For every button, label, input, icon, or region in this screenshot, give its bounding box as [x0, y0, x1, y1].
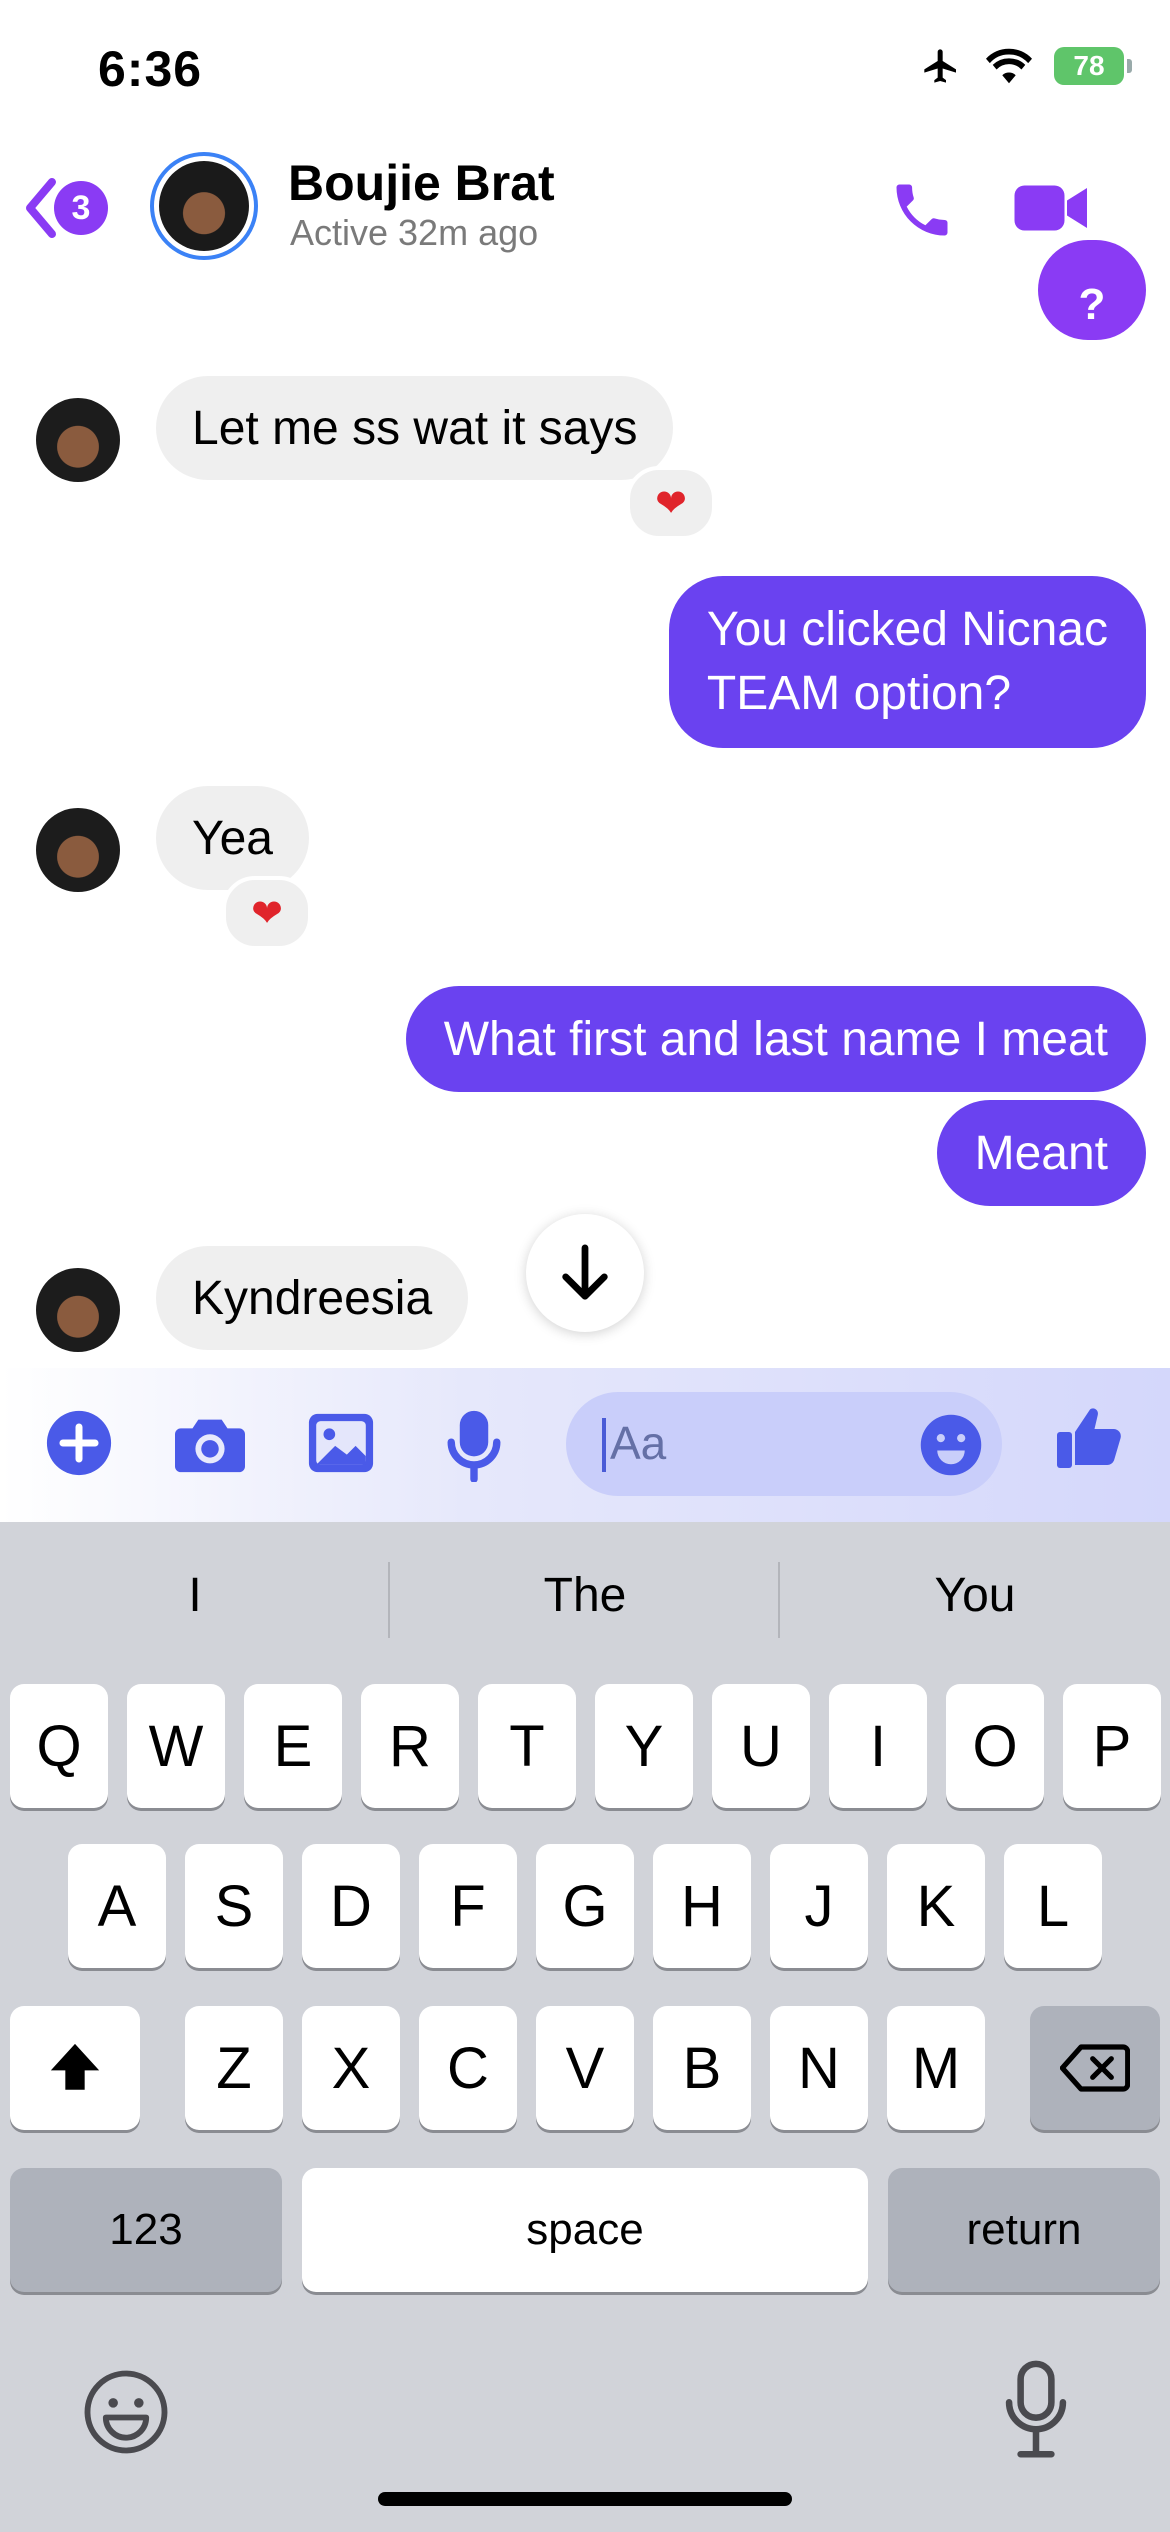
dictation-button[interactable] — [1000, 2360, 1072, 2465]
message-line: TEAM option? — [706, 667, 1012, 720]
key[interactable]: B — [653, 2006, 751, 2130]
key[interactable]: G — [536, 1844, 634, 1968]
emoji-keyboard-icon — [84, 2370, 168, 2454]
message-composer: Aa — [0, 1368, 1170, 1522]
key[interactable]: E — [244, 1684, 342, 1808]
sender-avatar — [36, 1268, 120, 1352]
message-bubble-incoming[interactable]: Kyndreesia — [156, 1246, 469, 1350]
message-bubble-outgoing[interactable]: ? — [1038, 240, 1146, 340]
avatar-photo — [159, 161, 249, 251]
wifi-icon — [986, 48, 1032, 84]
back-chevron-icon — [26, 178, 56, 238]
sender-avatar — [36, 808, 120, 892]
message-bubble-incoming[interactable]: Yea — [156, 786, 309, 890]
suggestion-item[interactable]: The — [390, 1568, 780, 1623]
numbers-key[interactable]: 123 — [10, 2168, 282, 2292]
thumbs-up-icon — [1057, 1408, 1121, 1468]
message-line: You clicked Nicnac — [706, 603, 1108, 656]
back-button[interactable]: 3 — [22, 176, 108, 240]
camera-button[interactable] — [172, 1408, 248, 1483]
key[interactable]: R — [361, 1684, 459, 1808]
key[interactable]: Z — [185, 2006, 283, 2130]
status-time: 6:36 — [98, 41, 203, 97]
airplane-icon — [924, 49, 956, 83]
message-bubble-outgoing[interactable]: Meant — [936, 1100, 1146, 1206]
delete-key[interactable] — [1030, 2006, 1160, 2130]
microphone-icon — [447, 1410, 501, 1483]
scroll-to-bottom-button[interactable] — [526, 1214, 644, 1332]
suggestion-item[interactable]: You — [780, 1568, 1170, 1623]
phone-icon — [896, 184, 948, 236]
message-bubble-outgoing[interactable]: You clicked Nicnac TEAM option? — [668, 576, 1146, 748]
key[interactable]: A — [68, 1844, 166, 1968]
like-button[interactable] — [1054, 1402, 1126, 1479]
key[interactable]: H — [653, 1844, 751, 1968]
status-bar: 6:36 78 — [0, 0, 1170, 140]
return-key[interactable]: return — [888, 2168, 1160, 2292]
heart-reaction[interactable]: ❤ — [626, 466, 716, 540]
contact-avatar[interactable] — [150, 152, 258, 260]
key[interactable]: T — [478, 1684, 576, 1808]
key[interactable]: J — [770, 1844, 868, 1968]
arrow-down-icon — [562, 1244, 608, 1300]
contact-name[interactable]: Boujie Brat — [288, 154, 555, 212]
key[interactable]: P — [1063, 1684, 1161, 1808]
key[interactable]: C — [419, 2006, 517, 2130]
keyboard: I The You Q W E R T Y U I O P A S D F G … — [0, 1522, 1170, 2532]
key[interactable]: D — [302, 1844, 400, 1968]
key[interactable]: Q — [10, 1684, 108, 1808]
message-input[interactable]: Aa — [566, 1392, 1002, 1496]
active-status: Active 32m ago — [290, 212, 539, 253]
key[interactable]: K — [887, 1844, 985, 1968]
dictation-microphone-icon — [1005, 2360, 1067, 2458]
emoji-button[interactable] — [918, 1412, 984, 1483]
key[interactable]: L — [1004, 1844, 1102, 1968]
status-icons: 78 — [918, 46, 1132, 86]
gallery-button[interactable] — [306, 1408, 376, 1483]
photo-icon — [308, 1413, 374, 1473]
video-icon — [1014, 185, 1087, 231]
plus-icon — [46, 1410, 112, 1476]
shift-icon — [50, 2043, 100, 2090]
text-caret — [602, 1418, 606, 1472]
battery-icon: 78 — [1054, 47, 1132, 85]
battery-level: 78 — [1073, 50, 1105, 81]
voice-message-button[interactable] — [444, 1408, 504, 1487]
video-call-button[interactable] — [1012, 178, 1092, 243]
key[interactable]: I — [829, 1684, 927, 1808]
key[interactable]: M — [887, 2006, 985, 2130]
key[interactable]: W — [127, 1684, 225, 1808]
key[interactable]: V — [536, 2006, 634, 2130]
message-bubble-incoming[interactable]: Let me ss wat it says — [156, 376, 674, 480]
unread-count-badge: 3 — [54, 181, 108, 235]
key[interactable]: Y — [595, 1684, 693, 1808]
home-indicator — [378, 2492, 792, 2506]
shift-key[interactable] — [10, 2006, 140, 2130]
emoji-icon — [920, 1414, 982, 1476]
more-actions-button[interactable] — [44, 1408, 114, 1483]
key[interactable]: N — [770, 2006, 868, 2130]
camera-icon — [175, 1419, 245, 1473]
backspace-icon — [1060, 2044, 1130, 2092]
suggestion-item[interactable]: I — [0, 1568, 390, 1623]
key[interactable]: S — [185, 1844, 283, 1968]
heart-reaction[interactable]: ❤ — [222, 876, 312, 950]
sender-avatar — [36, 398, 120, 482]
input-placeholder: Aa — [610, 1417, 667, 1469]
conversation-header: 3 Boujie Brat Active 32m ago — [0, 140, 1170, 280]
space-key[interactable]: space — [302, 2168, 868, 2292]
key[interactable]: X — [302, 2006, 400, 2130]
key[interactable]: O — [946, 1684, 1044, 1808]
audio-call-button[interactable] — [888, 176, 956, 249]
emoji-keyboard-button[interactable] — [82, 2368, 170, 2461]
message-bubble-outgoing[interactable]: What first and last name I meat — [405, 986, 1146, 1092]
key[interactable]: U — [712, 1684, 810, 1808]
key[interactable]: F — [419, 1844, 517, 1968]
